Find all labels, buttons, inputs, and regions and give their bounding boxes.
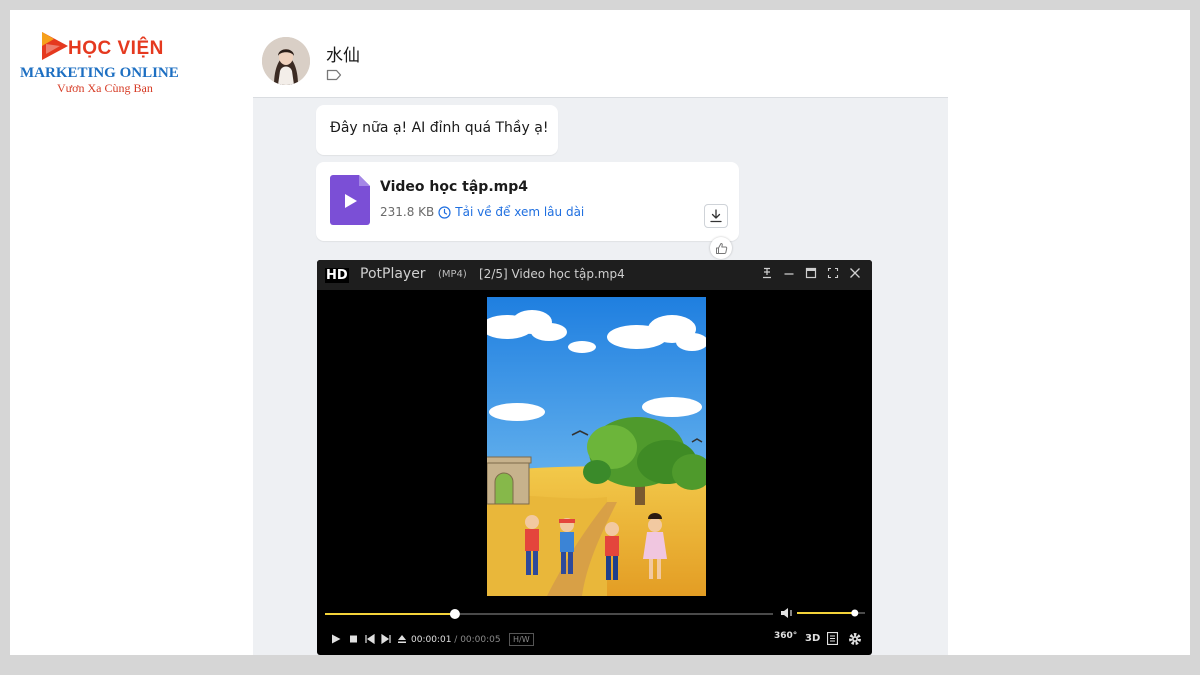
thumbs-up-icon xyxy=(715,242,727,254)
3d-button[interactable]: 3D xyxy=(805,633,820,644)
playlist-icon[interactable] xyxy=(827,632,838,645)
minimize-button[interactable] xyxy=(779,263,799,283)
close-icon xyxy=(850,268,860,278)
file-size: 231.8 KB xyxy=(380,205,435,219)
academy-logo: HỌC VIỆN MARKETING ONLINE Vươn Xa Cùng B… xyxy=(20,30,190,110)
avatar-photo-icon xyxy=(262,37,310,85)
fullscreen-button[interactable] xyxy=(823,263,843,283)
settings-gear-icon[interactable] xyxy=(847,631,863,647)
player-titlebar[interactable]: HD PotPlayer (MP4) [2/5] Video học tập.m… xyxy=(317,260,872,290)
sender-avatar[interactable] xyxy=(262,37,310,85)
player-format: (MP4) xyxy=(438,269,467,280)
vr-360-button[interactable]: 360° xyxy=(774,631,797,641)
hw-decoder-badge[interactable]: H/W xyxy=(509,633,534,646)
video-player-screenshot[interactable]: HD PotPlayer (MP4) [2/5] Video học tập.m… xyxy=(317,260,872,655)
text-message-bubble[interactable]: Đây nữa ạ! AI đỉnh quá Thầy ạ! xyxy=(316,105,558,155)
pin-button[interactable] xyxy=(757,263,777,283)
previous-icon[interactable] xyxy=(365,634,375,644)
video-frame xyxy=(487,297,706,596)
logo-title: HỌC VIỆN xyxy=(68,38,164,59)
download-button[interactable] xyxy=(704,204,728,228)
fullscreen-icon xyxy=(827,267,839,279)
hd-badge: HD xyxy=(325,268,349,283)
eject-icon[interactable] xyxy=(397,634,407,644)
file-meta: 231.8 KB Tải về để xem lâu dài xyxy=(380,205,584,219)
clock-icon xyxy=(438,205,451,219)
play-logo-icon xyxy=(42,32,68,60)
play-icon[interactable] xyxy=(331,634,341,644)
player-app-name: PotPlayer xyxy=(360,266,426,282)
tag-outline-icon[interactable] xyxy=(326,69,342,81)
total-time: / 00:00:05 xyxy=(454,635,501,645)
current-time: 00:00:01 xyxy=(411,635,452,645)
file-message-bubble[interactable]: Video học tập.mp4 231.8 KB Tải về để xem… xyxy=(316,162,739,241)
seek-bar[interactable] xyxy=(325,608,773,620)
minimize-icon xyxy=(784,273,794,275)
maximize-button[interactable] xyxy=(801,263,821,283)
logo-slogan: Vươn Xa Cùng Bạn xyxy=(57,81,153,95)
maximize-icon xyxy=(805,267,817,279)
pin-icon xyxy=(763,267,771,279)
next-icon[interactable] xyxy=(381,634,391,644)
player-window-title: [2/5] Video học tập.mp4 xyxy=(479,267,625,281)
sender-name[interactable]: 水仙 xyxy=(326,41,360,66)
screenshot-frame: HỌC VIỆN MARKETING ONLINE Vươn Xa Cùng B… xyxy=(10,10,1190,655)
volume-slider[interactable] xyxy=(779,605,869,621)
video-scene-illustration xyxy=(487,297,706,596)
download-permanent-link[interactable]: Tải về để xem lâu dài xyxy=(455,205,584,219)
playback-time: 00:00:01 / 00:00:05 xyxy=(411,635,501,645)
stop-icon[interactable] xyxy=(349,634,358,644)
video-file-icon xyxy=(330,175,370,225)
close-button[interactable] xyxy=(845,263,865,283)
player-controls: 00:00:01 / 00:00:05 H/W 360° 3D xyxy=(317,627,872,655)
file-name[interactable]: Video học tập.mp4 xyxy=(380,179,528,195)
logo-subtitle: MARKETING ONLINE xyxy=(20,65,179,81)
download-icon xyxy=(710,209,722,223)
reaction-button[interactable] xyxy=(710,237,732,259)
